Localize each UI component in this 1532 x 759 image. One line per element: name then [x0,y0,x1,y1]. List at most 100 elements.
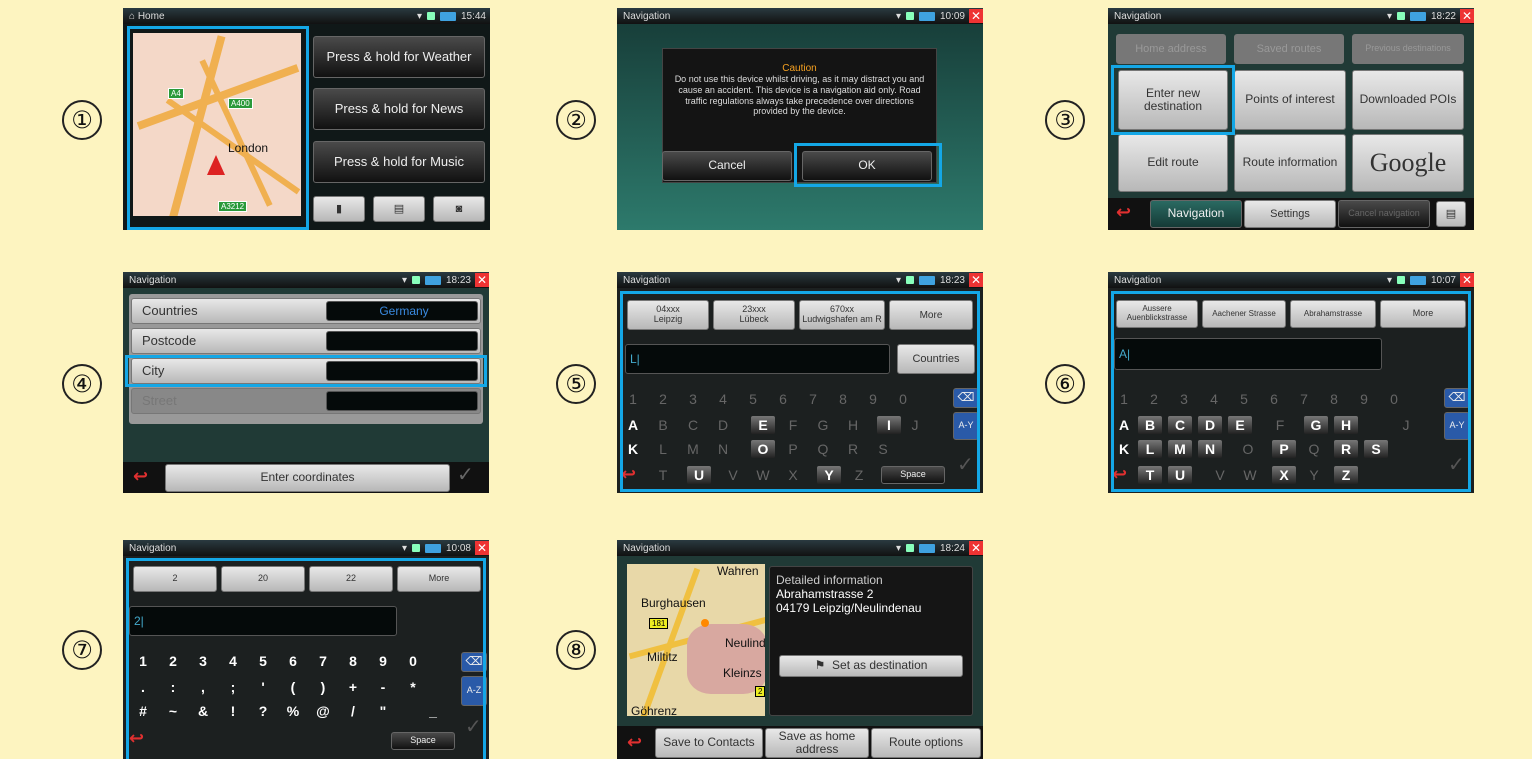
key-w[interactable]: W [751,466,775,484]
key-n[interactable]: N [1198,440,1222,458]
country-value[interactable]: Germany [326,301,478,321]
route-information-button[interactable]: Route information [1234,134,1346,192]
key-d[interactable]: D [1198,416,1222,434]
key-m[interactable]: M [1168,440,1192,458]
back-arrow-icon[interactable]: ↩ [1112,464,1127,485]
tab-settings[interactable]: Settings [1244,200,1336,228]
key-z[interactable]: Z [1334,466,1358,484]
key-3[interactable]: 3 [681,390,705,408]
confirm-check-icon[interactable]: ✓ [957,452,974,477]
back-arrow-icon[interactable]: ↩ [129,728,144,749]
key-7[interactable]: 7 [801,390,825,408]
back-arrow-icon[interactable]: ↩ [621,464,636,485]
key-a[interactable]: A [621,416,645,434]
key-u[interactable]: U [1168,466,1192,484]
key-2[interactable]: 2 [1142,390,1166,408]
key-9[interactable]: 9 [1352,390,1376,408]
key-semicolon[interactable]: ; [221,678,245,696]
key-8[interactable]: 8 [831,390,855,408]
key-k[interactable]: K [1112,440,1136,458]
key-at[interactable]: @ [311,702,335,720]
key-l[interactable]: L [651,440,675,458]
key-8[interactable]: 8 [1322,390,1346,408]
space-key[interactable]: Space [391,732,455,750]
key-e[interactable]: E [751,416,775,434]
key-percent[interactable]: % [281,702,305,720]
back-arrow-icon[interactable]: ↩ [627,732,642,753]
back-arrow-icon[interactable]: ↩ [133,466,148,487]
key-p[interactable]: P [1272,440,1296,458]
key-1[interactable]: 1 [621,390,645,408]
key-minus[interactable]: - [371,678,395,696]
key-l[interactable]: L [1138,440,1162,458]
save-to-contacts-button[interactable]: Save to Contacts [655,728,763,758]
key-t[interactable]: T [651,466,675,484]
key-question[interactable]: ? [251,702,275,720]
close-icon[interactable]: ✕ [475,273,489,287]
more-button[interactable]: More [1380,300,1466,328]
suggestion-button[interactable]: 23xxx Lübeck [713,300,795,330]
key-7[interactable]: 7 [1292,390,1316,408]
suggestion-button[interactable]: 2 [133,566,217,592]
key-s[interactable]: S [871,440,895,458]
more-button[interactable]: More [889,300,973,330]
key-open-paren[interactable]: ( [281,678,305,696]
enter-new-destination-button[interactable]: Enter new destination [1118,70,1228,130]
key-underscore[interactable]: _ [421,702,445,720]
key-4[interactable]: 4 [711,390,735,408]
postcode-input[interactable] [326,331,478,351]
key-comma[interactable]: , [191,678,215,696]
close-icon[interactable]: ✕ [475,541,489,555]
key-v[interactable]: V [721,466,745,484]
close-icon[interactable]: ✕ [969,273,983,287]
key-colon[interactable]: : [161,678,185,696]
suggestion-button[interactable]: 20 [221,566,305,592]
points-of-interest-button[interactable]: Points of interest [1234,70,1346,130]
media-button[interactable]: ◙ [433,196,485,222]
close-icon[interactable]: ✕ [1460,9,1474,23]
tab-navigation[interactable]: Navigation [1150,200,1242,228]
close-icon[interactable]: ✕ [1460,273,1474,287]
street-input[interactable] [326,391,478,411]
close-icon[interactable]: ✕ [969,541,983,555]
key-y[interactable]: Y [1302,466,1326,484]
city-search-input[interactable]: L| [625,344,890,374]
key-quote[interactable]: " [371,702,395,720]
previous-destinations-button[interactable]: Previous destinations [1352,34,1464,64]
cancel-button[interactable]: Cancel [662,151,792,181]
key-0[interactable]: 0 [401,652,425,670]
street-search-input[interactable]: A| [1114,338,1382,370]
key-i[interactable]: I [877,416,901,434]
key-exclamation[interactable]: ! [221,702,245,720]
keyboard-layout-key[interactable]: A-Y [1444,412,1470,440]
suggestion-button[interactable]: 04xxx Leipzig [627,300,709,330]
backspace-key[interactable]: ⌫ [1444,388,1470,408]
key-y[interactable]: Y [817,466,841,484]
backspace-key[interactable]: ⌫ [461,652,487,672]
city-input[interactable] [326,361,478,381]
key-6[interactable]: 6 [1262,390,1286,408]
close-icon[interactable]: ✕ [969,9,983,23]
home-address-button[interactable]: Home address [1116,34,1226,64]
key-2[interactable]: 2 [161,652,185,670]
key-q[interactable]: Q [811,440,835,458]
key-hash[interactable]: # [131,702,155,720]
key-0[interactable]: 0 [1382,390,1406,408]
key-p[interactable]: P [781,440,805,458]
key-4[interactable]: 4 [221,652,245,670]
key-u[interactable]: U [687,466,711,484]
edit-route-button[interactable]: Edit route [1118,134,1228,192]
key-e[interactable]: E [1228,416,1252,434]
key-5[interactable]: 5 [251,652,275,670]
map-preview[interactable]: Wahren Burghausen Neulinde Miltitz Klein… [627,564,765,716]
key-n[interactable]: N [711,440,735,458]
keyboard-layout-key[interactable]: A-Y [953,412,979,440]
confirm-check-icon[interactable]: ✓ [1448,452,1465,477]
news-button[interactable]: Press & hold for News [313,88,485,130]
key-v[interactable]: V [1208,466,1232,484]
key-s[interactable]: S [1364,440,1388,458]
keyboard-layout-key[interactable]: A-Z [461,676,487,706]
cancel-navigation-button[interactable]: Cancel navigation [1338,200,1430,228]
enter-coordinates-button[interactable]: Enter coordinates [165,464,450,492]
space-key[interactable]: Space [881,466,945,484]
